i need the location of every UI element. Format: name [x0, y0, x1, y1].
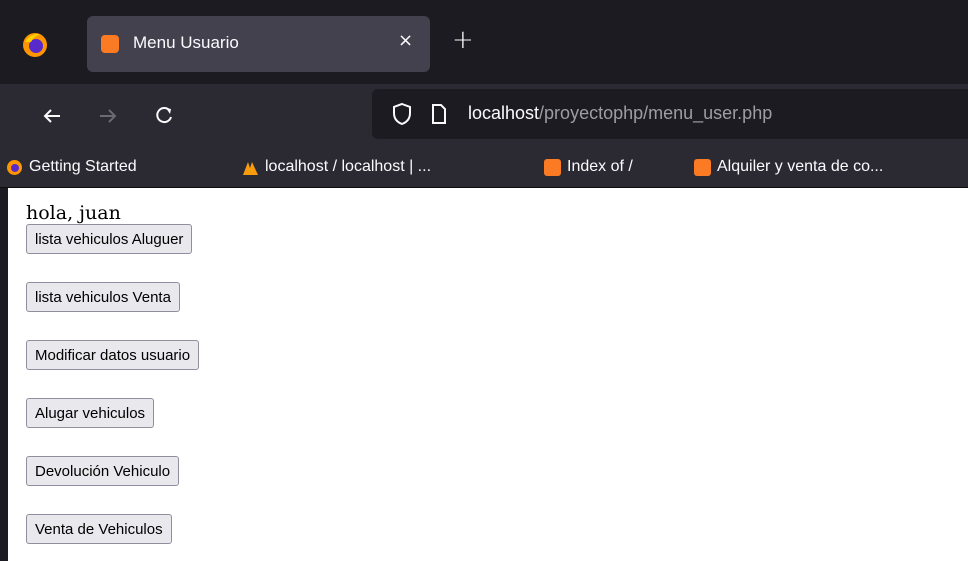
back-arrow-icon[interactable]	[38, 102, 66, 130]
bookmark-label: localhost / localhost | ...	[265, 158, 432, 175]
bookmark-alquiler-venta[interactable]: Alquiler y venta de co...	[694, 155, 883, 179]
phpmyadmin-icon	[242, 159, 259, 176]
bookmarks-toolbar: Getting Started localhost / localhost | …	[0, 148, 968, 188]
url-text[interactable]: localhost/proyectophp/menu_user.php	[468, 103, 772, 124]
devolucion-vehiculo-button[interactable]: Devolución Vehiculo	[26, 456, 180, 486]
bookmark-localhost-phpmyadmin[interactable]: localhost / localhost | ...	[242, 155, 431, 179]
modificar-datos-usuario-button[interactable]: Modificar datos usuario	[26, 340, 200, 370]
url-bar[interactable]: localhost/proyectophp/menu_user.php	[372, 89, 968, 139]
bookmark-getting-started[interactable]: Getting Started	[6, 155, 137, 179]
reload-icon[interactable]	[150, 102, 178, 130]
shield-icon[interactable]	[392, 102, 412, 130]
new-tab-button[interactable]: +	[452, 27, 474, 53]
window-edge	[0, 188, 8, 561]
tab-strip: Menu Usuario × +	[0, 0, 968, 84]
forward-arrow-icon[interactable]	[94, 102, 122, 130]
url-host: localhost	[468, 103, 540, 123]
xampp-icon	[694, 158, 711, 176]
page-icon[interactable]	[430, 103, 448, 129]
bookmark-label: Index of /	[567, 158, 633, 175]
xampp-icon	[101, 35, 119, 53]
lista-vehiculos-venta-button[interactable]: lista vehiculos Venta	[26, 282, 180, 312]
firefox-icon	[6, 159, 23, 176]
bookmark-index-of[interactable]: Index of /	[544, 155, 633, 179]
page-content: hola, juan lista vehiculos Aluguer lista…	[8, 188, 968, 561]
bookmark-label: Alquiler y venta de co...	[717, 158, 884, 175]
alugar-vehiculos-button[interactable]: Alugar vehiculos	[26, 398, 155, 428]
lista-vehiculos-aluguer-button[interactable]: lista vehiculos Aluguer	[26, 224, 193, 254]
close-icon[interactable]: ×	[398, 30, 413, 51]
venta-de-vehiculos-button[interactable]: Venta de Vehiculos	[26, 514, 172, 544]
tab-title: Menu Usuario	[133, 33, 239, 52]
xampp-icon	[544, 158, 561, 176]
greeting-text: hola, juan	[26, 202, 121, 224]
bookmark-label: Getting Started	[29, 158, 137, 175]
firefox-menu-icon[interactable]	[20, 30, 50, 60]
navigation-bar: localhost/proyectophp/menu_user.php	[0, 84, 968, 148]
tab-menu-usuario[interactable]: Menu Usuario ×	[87, 16, 430, 72]
url-path: /proyectophp/menu_user.php	[539, 103, 773, 123]
